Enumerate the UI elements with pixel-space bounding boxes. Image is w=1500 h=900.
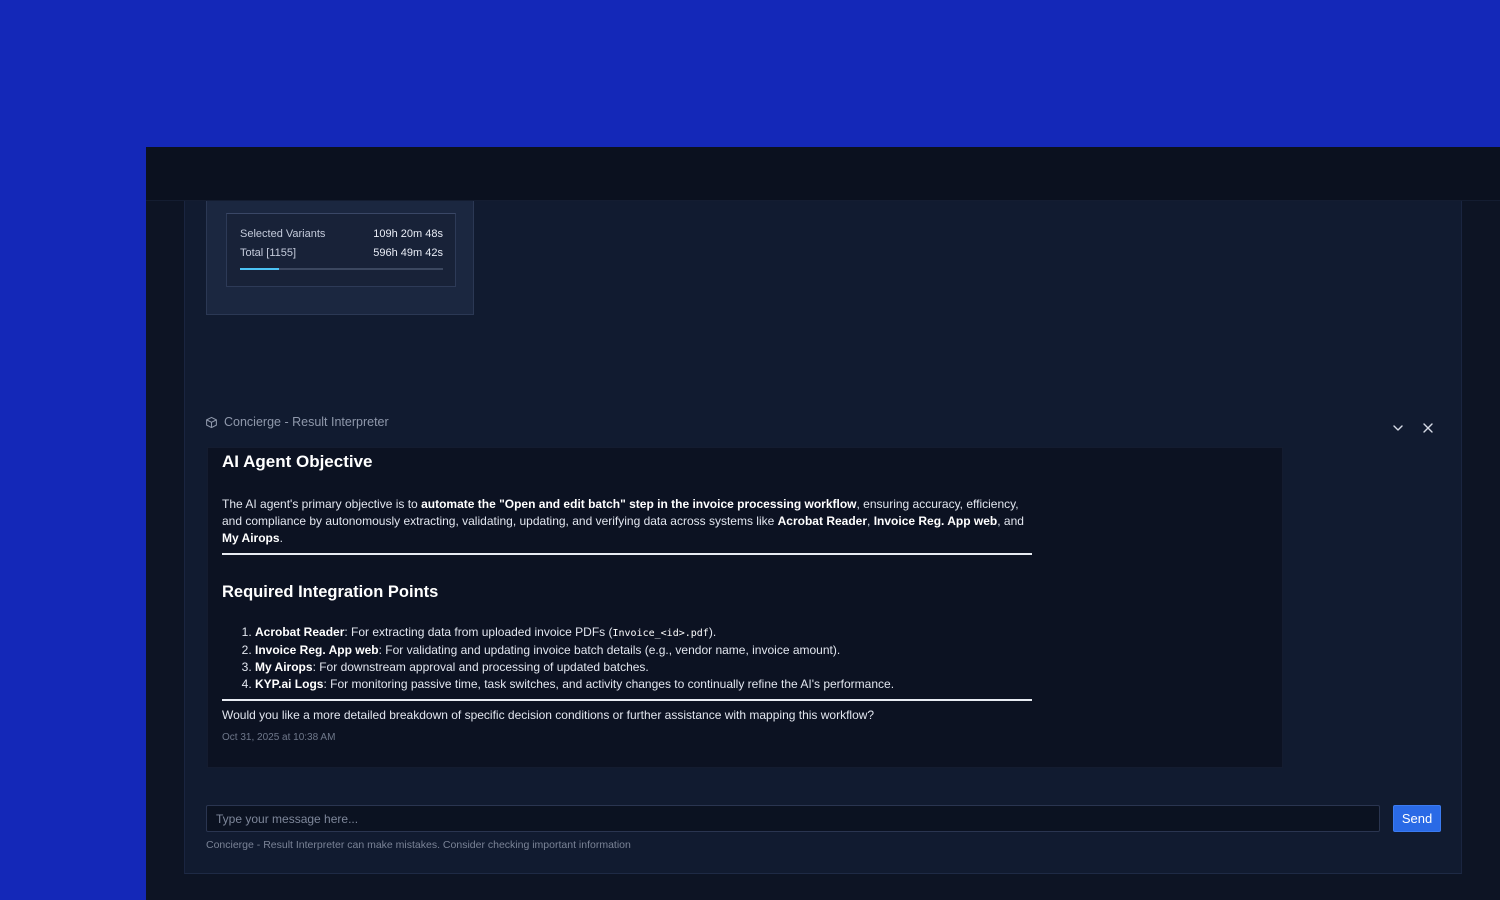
app-window: Selected Variants 109h 20m 48s Total [11… bbox=[146, 147, 1500, 900]
message-heading-objective: AI Agent Objective bbox=[222, 452, 373, 471]
progress-fill bbox=[240, 268, 279, 270]
disclaimer-text: Concierge - Result Interpreter can make … bbox=[206, 839, 631, 851]
close-icon[interactable] bbox=[1421, 421, 1435, 435]
integration-list-item: Invoice Reg. App web: For validating and… bbox=[255, 642, 1032, 659]
assistant-message: AI Agent Objective The AI agent's primar… bbox=[207, 447, 1283, 768]
stat-label: Selected Variants bbox=[240, 228, 326, 240]
message-input[interactable] bbox=[206, 805, 1380, 832]
paragraph-text: . bbox=[279, 531, 283, 545]
integration-description: : For extracting data from uploaded invo… bbox=[344, 625, 613, 639]
message-question: Would you like a more detailed breakdown… bbox=[222, 708, 875, 722]
send-button[interactable]: Send bbox=[1393, 805, 1441, 832]
integration-description-end: ). bbox=[708, 625, 717, 639]
emphasis-text: Acrobat Reader bbox=[777, 514, 868, 528]
stat-row-selected-variants: Selected Variants 109h 20m 48s bbox=[240, 228, 443, 240]
chevron-down-icon[interactable] bbox=[1391, 421, 1405, 435]
progress-track bbox=[240, 268, 443, 270]
main-panel: Selected Variants 109h 20m 48s Total [11… bbox=[184, 201, 1462, 874]
integration-list: Acrobat Reader: For extracting data from… bbox=[222, 624, 1032, 693]
chat-input-row: Send bbox=[206, 805, 1442, 833]
paragraph-text: , bbox=[867, 514, 874, 528]
stat-label: Total [1155] bbox=[240, 247, 297, 259]
message-content: AI Agent Objective The AI agent's primar… bbox=[222, 452, 1032, 743]
stats-card: Selected Variants 109h 20m 48s Total [11… bbox=[206, 201, 474, 315]
stat-row-total: Total [1155] 596h 49m 42s bbox=[240, 247, 443, 259]
integration-list-item: Acrobat Reader: For extracting data from… bbox=[255, 624, 1032, 642]
stats-summary: Selected Variants 109h 20m 48s Total [11… bbox=[226, 213, 456, 287]
divider bbox=[222, 553, 1032, 555]
integration-description: : For validating and updating invoice ba… bbox=[378, 643, 841, 657]
integration-list-item: KYP.ai Logs: For monitoring passive time… bbox=[255, 676, 1032, 693]
message-timestamp: Oct 31, 2025 at 10:38 AM bbox=[222, 732, 336, 743]
paragraph-text: , and bbox=[997, 514, 1024, 528]
chat-title: Concierge - Result Interpreter bbox=[224, 415, 389, 429]
integration-description: : For monitoring passive time, task swit… bbox=[323, 677, 895, 691]
emphasis-text: automate the "Open and edit batch" step … bbox=[421, 497, 857, 511]
integration-name: KYP.ai Logs bbox=[255, 677, 324, 691]
paragraph-text: The AI agent's primary objective is to bbox=[222, 497, 422, 511]
file-pattern-code: Invoice_<id>.pdf bbox=[612, 628, 709, 639]
message-paragraph: The AI agent's primary objective is to a… bbox=[222, 496, 1032, 547]
integration-name: My Airops bbox=[255, 660, 313, 674]
chat-header-actions bbox=[1391, 421, 1435, 435]
integration-list-item: My Airops: For downstream approval and p… bbox=[255, 659, 1032, 676]
integration-description: : For downstream approval and processing… bbox=[312, 660, 649, 674]
emphasis-text: Invoice Reg. App web bbox=[873, 514, 998, 528]
window-topbar bbox=[146, 147, 1500, 201]
integration-name: Acrobat Reader bbox=[255, 625, 345, 639]
stat-value: 596h 49m 42s bbox=[373, 247, 443, 259]
emphasis-text: My Airops bbox=[222, 531, 280, 545]
divider bbox=[222, 699, 1032, 701]
integration-name: Invoice Reg. App web bbox=[255, 643, 379, 657]
message-heading-integration: Required Integration Points bbox=[222, 583, 439, 601]
chat-header: Concierge - Result Interpreter bbox=[205, 415, 389, 429]
stat-value: 109h 20m 48s bbox=[373, 228, 443, 240]
cube-icon bbox=[206, 416, 217, 428]
